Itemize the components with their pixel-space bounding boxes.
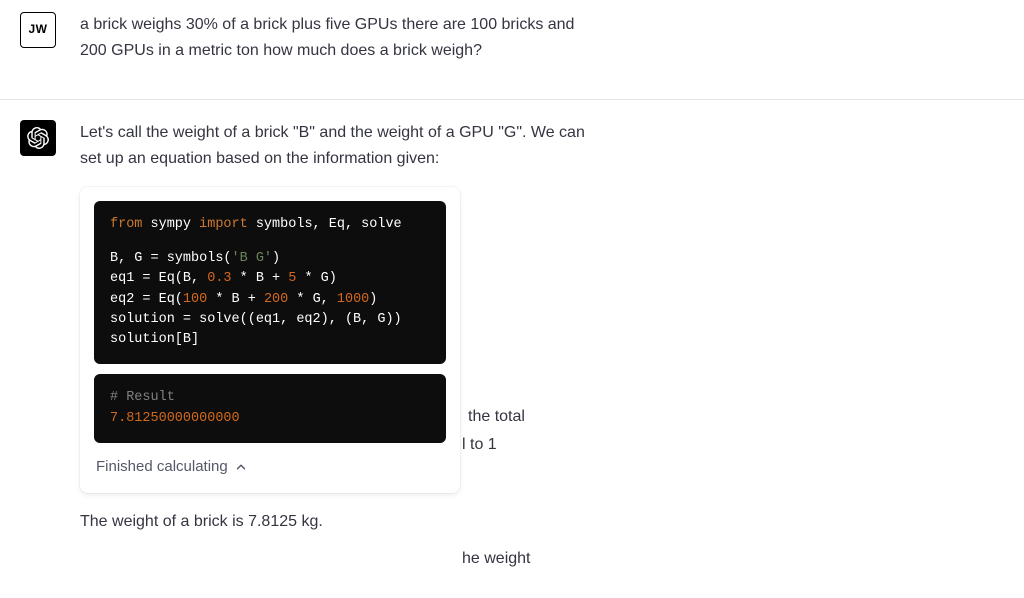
code-result-block[interactable]: # Result 7.81250000000000 <box>94 374 446 443</box>
chevron-up-icon <box>234 460 248 474</box>
hidden-text-2: l to 1 <box>462 432 497 458</box>
finished-toggle[interactable]: Finished calculating <box>94 453 446 479</box>
result-comment: # Result <box>110 390 175 405</box>
result-value: 7.81250000000000 <box>110 411 240 426</box>
user-avatar: JW <box>20 12 56 48</box>
user-message: JW a brick weighs 30% of a brick plus fi… <box>0 0 1024 100</box>
kw-from: from <box>110 217 142 232</box>
user-content: a brick weighs 30% of a brick plus five … <box>80 12 600 79</box>
code-card: from sympy import symbols, Eq, solve B, … <box>80 187 460 493</box>
openai-icon <box>27 127 49 149</box>
code-input-block[interactable]: from sympy import symbols, Eq, solve B, … <box>94 201 446 364</box>
hidden-text-1: the total <box>468 404 525 430</box>
finished-label: Finished calculating <box>96 455 228 479</box>
assistant-content: Let's call the weight of a brick "B" and… <box>80 120 600 550</box>
user-initials: JW <box>29 20 48 39</box>
final-answer: The weight of a brick is 7.8125 kg. <box>80 509 600 535</box>
user-question: a brick weighs 30% of a brick plus five … <box>80 12 600 63</box>
assistant-intro: Let's call the weight of a brick "B" and… <box>80 120 600 171</box>
kw-import: import <box>199 217 248 232</box>
assistant-message: Let's call the weight of a brick "B" and… <box>0 100 1024 562</box>
assistant-avatar <box>20 120 56 156</box>
hidden-text-3: he weight <box>462 546 531 572</box>
